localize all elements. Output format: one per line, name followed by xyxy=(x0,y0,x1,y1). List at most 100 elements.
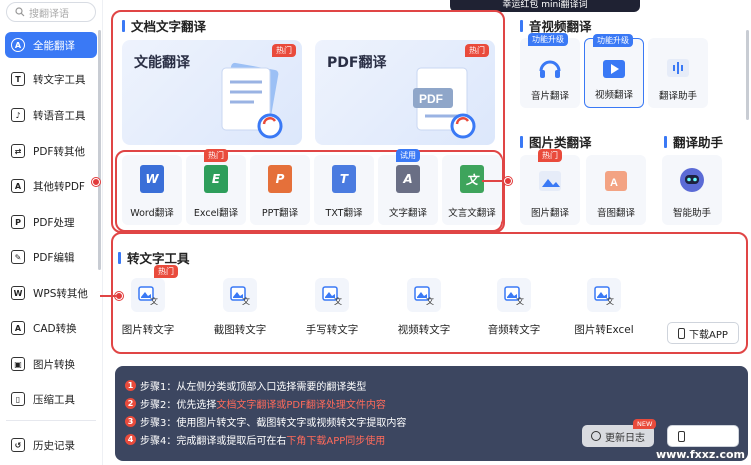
format-card-5[interactable]: 文文言文翻译 xyxy=(442,155,502,225)
tool-label: 音频转文字 xyxy=(487,324,541,336)
format-doc-icon: A xyxy=(396,165,420,193)
sidebar: 搜翻译语 A 全能翻译 T 转文字工具 ♪ 转语音工具 ⇄ PDF转其他 A 其他转PDF P PDF… xyxy=(0,0,123,465)
tool-image-text-icon: 文 xyxy=(131,278,165,312)
sidebar-item-label: PDF编辑 xyxy=(33,251,75,264)
format-card-1[interactable]: E Excel翻译 热门 xyxy=(186,149,246,225)
sidebar-item-label: PDF转其他 xyxy=(33,145,85,158)
sidebar-item-label: 全能翻译 xyxy=(33,39,75,52)
img-badge: 热门 xyxy=(538,149,562,162)
sidebar-item-9[interactable]: ▣ 图片转换 xyxy=(5,351,97,377)
format-badge: 试用 xyxy=(396,149,420,162)
sidebar-item-6[interactable]: ✎ PDF编辑 xyxy=(5,244,97,270)
format-card-2[interactable]: P PPT翻译 xyxy=(250,155,310,225)
step-3: 3 步骤3：使用图片转文字、截图转文字或视频转文字提取内容 xyxy=(125,414,406,429)
sidebar-item-3[interactable]: ⇄ PDF转其他 xyxy=(5,138,97,164)
sidebar-item-0[interactable]: A 全能翻译 xyxy=(5,32,97,58)
sidebar-item-8[interactable]: A CAD转换 xyxy=(5,315,97,341)
format-label: 文字翻译 xyxy=(388,208,427,219)
step-number: 2 xyxy=(125,398,136,409)
step-number: 1 xyxy=(125,380,136,391)
pdf-translate-badge: 热门 xyxy=(465,44,489,57)
format-card-0[interactable]: W Word翻译 xyxy=(122,155,182,225)
sidebar-item-1[interactable]: T 转文字工具 xyxy=(5,66,97,92)
tool-image-text-icon: 文 xyxy=(223,278,257,312)
search-icon xyxy=(15,7,25,17)
tool-label: 手写转文字 xyxy=(305,324,359,336)
format-doc-icon: E xyxy=(204,165,228,193)
svg-text:文: 文 xyxy=(606,296,614,306)
steps-panel: 1 步骤1：从左侧分类或顶部入口选择需要的翻译类型 2 步骤2：优先选择 文档文字翻译或… xyxy=(115,366,748,461)
tool-label: 视频转文字 xyxy=(397,324,451,336)
format-label: Excel翻译 xyxy=(193,208,239,219)
phone-icon xyxy=(678,430,686,442)
format-card-4[interactable]: A 文字翻译 试用 xyxy=(378,149,438,225)
sidebar-item-label: PDF处理 xyxy=(33,216,75,229)
svg-text:文: 文 xyxy=(426,296,434,306)
sidebar-item-11[interactable]: ↺ 历史记录 xyxy=(5,432,97,458)
text-tool-0[interactable]: 文图片转文字 热门 xyxy=(108,265,188,348)
text-tool-2[interactable]: 文手写转文字 xyxy=(292,278,372,348)
sidebar-item-10[interactable]: ▯ 压缩工具 xyxy=(5,386,97,412)
format-card-3[interactable]: T TXT翻译 xyxy=(314,155,374,225)
sidebar-item-label: 其他转PDF xyxy=(33,180,85,193)
sidebar-item-2[interactable]: ♪ 转语音工具 xyxy=(5,102,97,128)
sidebar-divider xyxy=(6,420,96,421)
text-tool-3[interactable]: 文视频转文字 xyxy=(384,278,464,348)
av-card-1[interactable]: 视频翻译 功能升级 xyxy=(584,34,644,108)
download-app-label: 下载APP xyxy=(689,329,728,341)
step-number: 4 xyxy=(125,434,136,445)
step-1: 1 步骤1：从左侧分类或顶部入口选择需要的翻译类型 xyxy=(125,378,366,393)
smart-translate-title: 文能翻译 xyxy=(134,55,190,71)
download-app-button[interactable]: 下载APP xyxy=(667,322,739,344)
tool-label: 截图转文字 xyxy=(213,324,267,336)
step-text: 步骤2：优先选择 xyxy=(140,400,217,411)
search-input[interactable]: 搜翻译语 xyxy=(6,2,96,22)
history-icon: ↺ xyxy=(11,438,25,452)
format-label: Word翻译 xyxy=(130,208,174,219)
av-label: 翻译助手 xyxy=(658,91,697,102)
bottom-download-app-button[interactable]: 下载APP xyxy=(667,425,739,447)
img-card-1[interactable]: A 音图翻译 xyxy=(586,155,646,225)
smart-assistant-card[interactable]: 智能助手 xyxy=(662,155,722,225)
svg-text:A: A xyxy=(610,177,618,189)
sidebar-item-label: 转文字工具 xyxy=(33,73,86,86)
step-highlight: 下角下载APP同步使用 xyxy=(286,436,386,447)
smart-assistant-label: 智能助手 xyxy=(672,208,711,219)
step-highlight: 文档文字翻译或PDF翻译处理文件内容 xyxy=(216,400,386,411)
wps-icon: W xyxy=(11,286,25,300)
format-doc-icon: T xyxy=(332,165,356,193)
tool-label: 图片转文字 xyxy=(121,324,175,336)
sidebar-item-label: 图片转换 xyxy=(33,358,75,371)
svg-text:文: 文 xyxy=(334,296,342,306)
headphones-icon xyxy=(539,60,561,78)
smart-translate-badge: 热门 xyxy=(272,44,296,57)
update-log-label: 更新日志 xyxy=(605,432,645,444)
tool-image-text-icon: 文 xyxy=(407,278,441,312)
pdf-edit-icon: ✎ xyxy=(11,250,25,264)
img-card-0[interactable]: 图片翻译 热门 xyxy=(520,149,580,225)
sidebar-item-5[interactable]: P PDF处理 xyxy=(5,209,97,235)
sidebar-item-7[interactable]: W WPS转其他 xyxy=(5,280,97,306)
pdf-convert-icon: ⇄ xyxy=(11,144,25,158)
smart-translate-card[interactable]: 文能翻译 热门 xyxy=(122,40,302,145)
format-marker-dot xyxy=(504,177,512,185)
cad-icon: A xyxy=(11,321,25,335)
text-tools-title: 转文字工具 xyxy=(118,248,190,267)
img-label: 音图翻译 xyxy=(596,208,635,219)
sidebar-scrollbar[interactable] xyxy=(98,30,101,270)
sidebar-item-label: 历史记录 xyxy=(33,439,75,452)
text-tool-1[interactable]: 文截图转文字 xyxy=(200,278,280,348)
format-marker-line xyxy=(482,180,504,182)
voice-icon: ♪ xyxy=(11,108,25,122)
pdf-translate-card[interactable]: PDF翻译 热门 PDF xyxy=(315,40,495,145)
main-content: 文档文字翻译 文能翻译 热门 PDF翻译 热门 PDF W Word翻译 E Exce… xyxy=(104,0,751,465)
sidebar-item-4[interactable]: A 其他转PDF xyxy=(5,173,97,199)
step-number: 3 xyxy=(125,416,136,427)
av-card-0[interactable]: 音片翻译 功能升级 xyxy=(520,33,580,108)
text-tool-4[interactable]: 文音频转文字 xyxy=(474,278,554,348)
av-card-2[interactable]: 翻译助手 xyxy=(648,38,708,108)
search-placeholder: 搜翻译语 xyxy=(29,8,69,20)
right-scrollbar[interactable] xyxy=(746,30,749,120)
tool-image-text-icon: 文 xyxy=(315,278,349,312)
text-tool-5[interactable]: 文图片转Excel xyxy=(564,278,644,348)
